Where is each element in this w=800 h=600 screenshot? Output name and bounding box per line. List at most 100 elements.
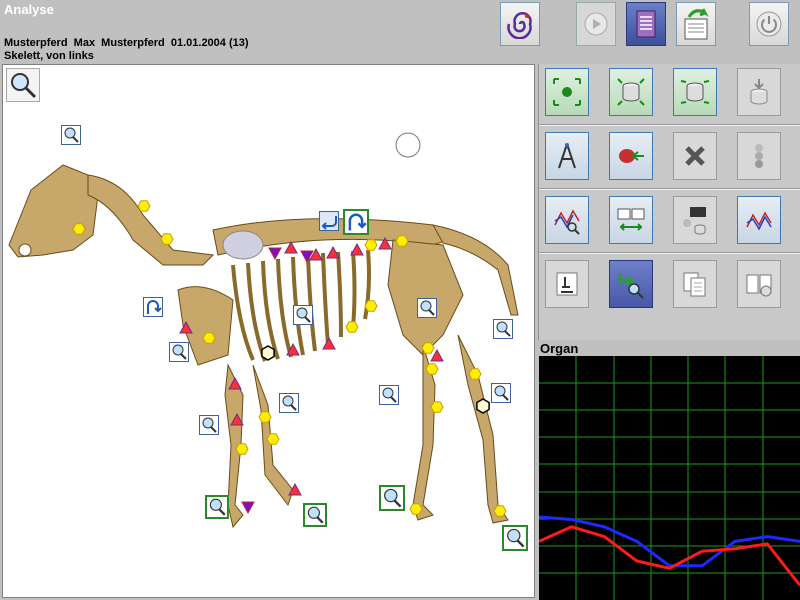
hexagon-marker[interactable] xyxy=(409,503,423,515)
help-button[interactable] xyxy=(737,260,781,308)
zoom-marker[interactable] xyxy=(61,125,81,145)
chart-line-icon xyxy=(746,211,772,231)
zoom-marker[interactable] xyxy=(199,415,219,435)
database-arrows-button[interactable] xyxy=(609,68,653,116)
magnifier-icon xyxy=(496,321,511,337)
hexagon-marker[interactable] xyxy=(421,342,435,354)
compare-transfer-icon xyxy=(617,208,645,231)
hexagon-marker[interactable] xyxy=(493,505,507,517)
zoom-marker[interactable] xyxy=(417,298,437,318)
delete-button[interactable] xyxy=(673,132,717,180)
hexagon-marker[interactable] xyxy=(395,235,409,247)
status-lights-button[interactable] xyxy=(737,132,781,180)
separator xyxy=(539,124,800,126)
hexagon-marker[interactable] xyxy=(430,401,444,413)
zoom-marker[interactable] xyxy=(491,383,511,403)
organ-arrow-icon xyxy=(619,149,644,163)
triangle-up-marker[interactable] xyxy=(228,376,242,390)
hexagon-marker[interactable] xyxy=(345,321,359,333)
spiral-button[interactable] xyxy=(500,2,540,46)
hexagon-marker[interactable] xyxy=(137,200,151,212)
triangle-up-marker[interactable] xyxy=(322,336,336,350)
hexagon-marker[interactable] xyxy=(202,332,216,344)
forward-arrow-marker[interactable] xyxy=(343,209,369,235)
triangle-up-marker[interactable] xyxy=(230,412,244,426)
triangle-up-marker[interactable] xyxy=(350,242,364,256)
skeleton-canvas[interactable] xyxy=(2,64,535,598)
back-arrow-icon xyxy=(321,216,337,230)
search-return-button[interactable] xyxy=(609,260,653,308)
hexagon-marker[interactable] xyxy=(468,368,482,380)
hexagon-marker[interactable] xyxy=(425,363,439,375)
microscope-button[interactable] xyxy=(545,260,589,308)
patient-info: Musterpferd Max Musterpferd 01.01.2004 (… xyxy=(4,37,249,49)
tool-panel xyxy=(538,64,800,340)
zoom-marker[interactable] xyxy=(303,503,327,527)
organ-label: Organ xyxy=(540,341,579,356)
power-button[interactable] xyxy=(749,2,789,46)
zoom-marker[interactable] xyxy=(205,495,229,519)
select-point-button[interactable] xyxy=(545,68,589,116)
chart-search-button[interactable] xyxy=(545,196,589,244)
spiral-icon xyxy=(507,11,532,39)
zoom-marker[interactable] xyxy=(293,305,313,325)
export-document-button[interactable] xyxy=(676,2,716,46)
organ-transfer-button[interactable] xyxy=(609,132,653,180)
hexagon-marker[interactable] xyxy=(364,239,378,251)
magnifier-icon xyxy=(507,528,525,548)
zoom-marker[interactable] xyxy=(279,393,299,413)
magnifier-icon xyxy=(420,300,435,316)
database-import-button[interactable] xyxy=(737,68,781,116)
hexagon-marker[interactable] xyxy=(235,443,249,455)
return-arrow-marker[interactable] xyxy=(319,211,339,231)
traffic-light-icon xyxy=(755,144,763,168)
magnifier-icon xyxy=(296,307,311,323)
chart-line-button[interactable] xyxy=(737,196,781,244)
triangle-up-marker[interactable] xyxy=(378,236,392,250)
return-arrow-marker[interactable] xyxy=(143,297,163,317)
triangle-down-marker[interactable] xyxy=(268,247,282,261)
view-label: Skelett, von links xyxy=(4,50,94,62)
database-arrows-icon xyxy=(617,78,645,106)
play-button[interactable] xyxy=(576,2,616,46)
separator xyxy=(539,188,800,190)
green-dot-icon xyxy=(553,78,581,106)
triangle-up-marker[interactable] xyxy=(288,482,302,496)
triangle-up-marker[interactable] xyxy=(284,240,298,254)
power-icon xyxy=(756,11,782,37)
zoom-marker[interactable] xyxy=(502,525,528,551)
database-import-icon xyxy=(750,79,768,105)
measure-button[interactable] xyxy=(545,132,589,180)
magnifier-icon xyxy=(384,488,402,508)
triangle-up-marker[interactable] xyxy=(179,320,193,334)
document-icon xyxy=(636,10,656,38)
copy-button[interactable] xyxy=(673,260,717,308)
database-expand-button[interactable] xyxy=(673,68,717,116)
selected-hexagon-marker[interactable] xyxy=(261,345,275,361)
compare-button[interactable] xyxy=(609,196,653,244)
magnifier-icon xyxy=(382,387,397,403)
magnifier-icon xyxy=(202,417,217,433)
zoom-marker[interactable] xyxy=(169,342,189,362)
curved-arrow-icon xyxy=(147,300,162,314)
hexagon-marker[interactable] xyxy=(258,411,272,423)
export-document-icon xyxy=(684,8,709,40)
microscope-icon xyxy=(556,272,578,296)
zoom-marker[interactable] xyxy=(379,485,405,511)
series-line-2 xyxy=(539,525,800,587)
zoom-marker[interactable] xyxy=(379,385,399,405)
hexagon-marker[interactable] xyxy=(266,433,280,445)
header-bar: Analyse Musterpferd Max Musterpferd 01.0… xyxy=(0,0,800,62)
document-button[interactable] xyxy=(626,2,666,46)
hexagon-marker[interactable] xyxy=(364,300,378,312)
body-organ-database-button[interactable] xyxy=(673,196,717,244)
triangle-down-marker[interactable] xyxy=(241,501,255,515)
magnifier-icon xyxy=(64,127,79,143)
hexagon-marker[interactable] xyxy=(72,223,86,235)
zoom-marker[interactable] xyxy=(493,319,513,339)
hexagon-marker[interactable] xyxy=(160,233,174,245)
selected-hexagon-marker[interactable] xyxy=(476,398,490,414)
triangle-up-marker[interactable] xyxy=(326,245,340,259)
triangle-up-marker[interactable] xyxy=(286,342,300,356)
triangle-up-marker[interactable] xyxy=(430,348,444,362)
